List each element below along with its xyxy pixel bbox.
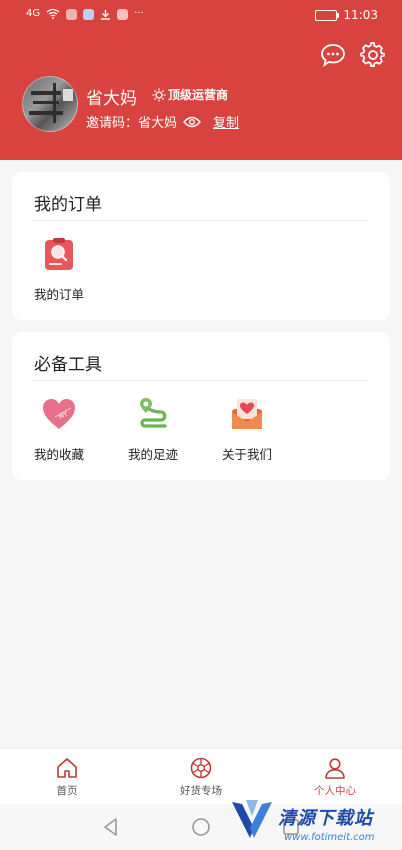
- eye-icon[interactable]: [183, 116, 201, 128]
- watermark: 清源下载站 www.fotimeit.com: [228, 796, 398, 848]
- home-icon: [57, 758, 77, 778]
- status-right: 11:03: [315, 8, 378, 22]
- mail-heart-icon: [232, 399, 262, 429]
- battery-icon: [315, 9, 340, 21]
- copy-button[interactable]: 复制: [213, 112, 239, 131]
- invite-row: 邀请码：省大妈 复制: [86, 112, 239, 131]
- sun-badge-icon: [152, 88, 166, 101]
- about-us-label: 关于我们: [221, 447, 272, 462]
- my-orders-button[interactable]: 我的订单: [24, 236, 94, 303]
- orders-card: 我的订单 我的订单: [12, 172, 390, 320]
- divider: [34, 220, 368, 221]
- rank-badge: 顶级运营商: [152, 86, 228, 103]
- invite-label: 邀请码：: [86, 116, 139, 131]
- tools-card: 必备工具 MY 我的收藏 我的足迹 关于我们: [12, 332, 390, 480]
- clock: 11:03: [343, 8, 378, 22]
- invite-code: 省大妈: [138, 116, 178, 131]
- aperture-icon: [190, 757, 212, 779]
- signal-text: 4G: [26, 8, 41, 19]
- watermark-url: www.fotimeit.com: [284, 832, 375, 843]
- user-icon: [325, 758, 345, 779]
- app-notification-icon: [83, 8, 95, 20]
- more-notifications: ···: [134, 8, 144, 19]
- wifi-icon: [46, 9, 60, 19]
- tab-personal-center[interactable]: 个人中心: [295, 757, 375, 798]
- heart-icon: MY: [43, 399, 75, 429]
- download-icon: [101, 9, 111, 20]
- username: 省大妈: [86, 89, 137, 109]
- badge-label: 顶级运营商: [168, 88, 229, 102]
- divider: [34, 380, 368, 381]
- order-search-icon: [45, 238, 73, 270]
- favorites-button[interactable]: MY 我的收藏: [24, 396, 94, 463]
- footprints-button[interactable]: 我的足迹: [118, 396, 188, 463]
- watermark-logo: [232, 800, 272, 838]
- tab-home-label: 首页: [56, 785, 78, 797]
- app-notification-icon: [66, 8, 78, 20]
- avatar[interactable]: [22, 76, 78, 132]
- my-orders-label: 我的订单: [33, 287, 84, 302]
- status-left: 4G ···: [26, 8, 144, 20]
- tab-home[interactable]: 首页: [27, 757, 107, 798]
- home-nav-icon[interactable]: [190, 816, 212, 838]
- favorites-label: 我的收藏: [33, 447, 84, 462]
- tools-title: 必备工具: [34, 355, 102, 375]
- route-icon: [140, 398, 167, 428]
- about-us-button[interactable]: 关于我们: [212, 396, 282, 463]
- watermark-title: 清源下载站: [278, 808, 373, 829]
- footprints-label: 我的足迹: [127, 447, 178, 462]
- status-bar: 4G ··· 11:03: [0, 0, 402, 32]
- message-icon[interactable]: [320, 42, 346, 68]
- orders-title: 我的订单: [34, 195, 102, 215]
- profile-header: 4G ··· 11:03 省大妈 顶级运营商 邀请码：省大妈 复制: [0, 0, 402, 160]
- back-icon[interactable]: [100, 816, 122, 838]
- gear-icon[interactable]: [360, 42, 386, 68]
- tab-featured-goods[interactable]: 好货专场: [161, 757, 241, 798]
- app-notification-icon: [117, 8, 129, 20]
